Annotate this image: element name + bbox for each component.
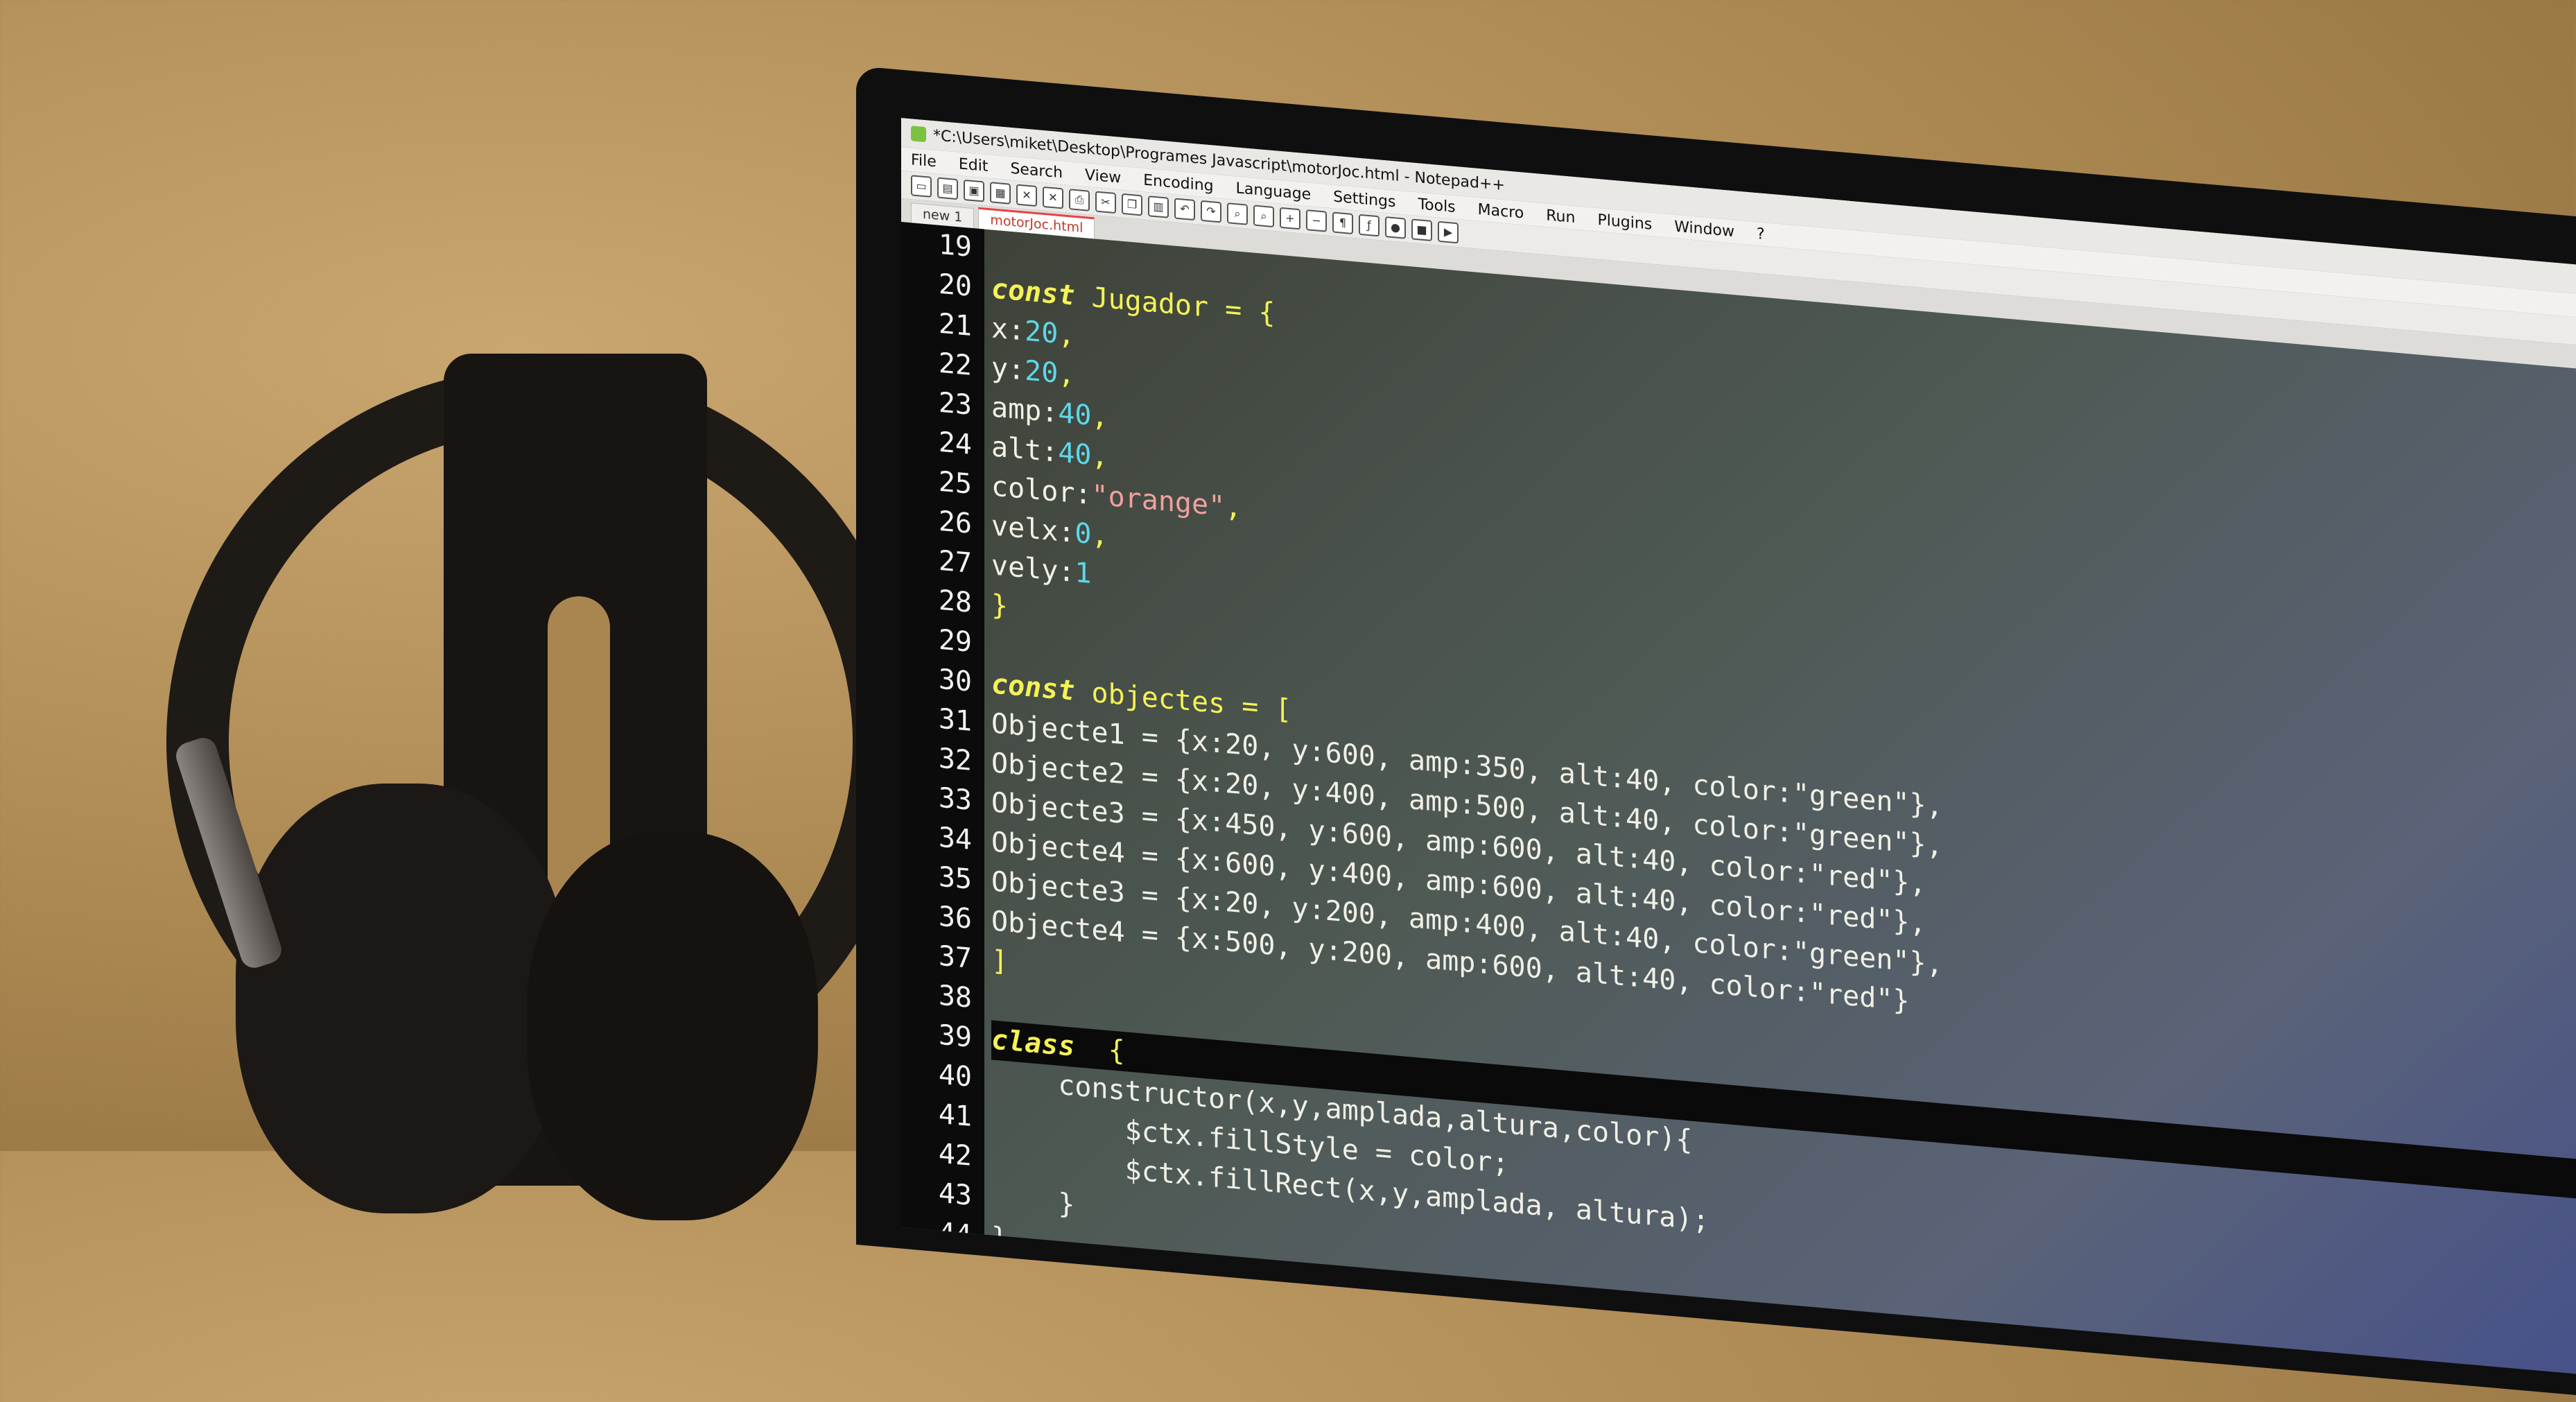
line-number: 40: [938, 1058, 972, 1093]
record-macro-icon[interactable]: ●: [1385, 216, 1406, 239]
line-number: 39: [938, 1019, 972, 1054]
property-key: alt:: [991, 431, 1059, 469]
menu-view[interactable]: View: [1085, 166, 1121, 187]
menu-settings[interactable]: Settings: [1333, 188, 1395, 211]
line-number: 22: [938, 347, 972, 382]
line-number: 26: [938, 505, 972, 540]
menu-encoding[interactable]: Encoding: [1143, 171, 1213, 195]
punctuation: ,: [1058, 318, 1075, 352]
number-literal: 20: [1025, 315, 1059, 350]
line-number: 42: [938, 1137, 972, 1172]
property-key: velx:: [991, 510, 1075, 549]
paste-icon[interactable]: ▥: [1148, 196, 1169, 218]
keyword: const: [991, 272, 1075, 312]
notepad-app-icon: [911, 126, 926, 143]
headphones-left-cup: [236, 784, 568, 1213]
code-text-span: {: [1074, 1030, 1125, 1068]
line-number: 28: [938, 584, 972, 619]
punctuation: ,: [1091, 519, 1108, 553]
function-list-icon[interactable]: ƒ: [1359, 214, 1380, 237]
stop-macro-icon[interactable]: ■: [1411, 218, 1432, 242]
line-number: 30: [938, 663, 972, 698]
line-number-gutter: 19 20 21 22 23 24 25 26 27 28 29 30 31 3…: [901, 222, 984, 1252]
number-literal: 40: [1058, 436, 1092, 472]
property-key: amp:: [991, 391, 1059, 429]
line-number: 41: [938, 1098, 972, 1133]
menu-edit[interactable]: Edit: [959, 155, 989, 175]
property-key: vely:: [991, 549, 1075, 589]
menu-macro[interactable]: Macro: [1478, 200, 1524, 222]
open-file-icon[interactable]: ▤: [937, 177, 958, 200]
line-number: 37: [938, 940, 972, 975]
property-key: color:: [991, 470, 1092, 512]
menu-plugins[interactable]: Plugins: [1597, 211, 1652, 233]
headphones-right-cup: [527, 832, 818, 1220]
save-all-icon[interactable]: ▦: [990, 182, 1011, 205]
line-number: 24: [938, 426, 972, 461]
line-number: 29: [938, 623, 972, 659]
menu-help[interactable]: ?: [1757, 225, 1765, 243]
zoom-out-icon[interactable]: −: [1306, 209, 1327, 232]
notepad-window: *C:\Users\miket\Desktop\Programes Javasc…: [901, 118, 2576, 1378]
property-key: y:: [991, 352, 1025, 387]
line-number: 32: [938, 742, 972, 777]
menu-language[interactable]: Language: [1236, 180, 1312, 203]
zoom-in-icon[interactable]: +: [1280, 207, 1300, 230]
menu-run[interactable]: Run: [1546, 207, 1575, 227]
copy-icon[interactable]: ❐: [1122, 193, 1142, 216]
line-number: 19: [938, 228, 972, 263]
keyword: const: [991, 668, 1075, 707]
line-number: 27: [938, 544, 972, 580]
punctuation: ,: [1091, 440, 1108, 474]
keyword: class: [991, 1023, 1075, 1063]
line-number: 35: [938, 860, 972, 896]
line-number: 31: [938, 702, 972, 738]
menu-search[interactable]: Search: [1010, 159, 1063, 182]
find-icon[interactable]: ⌕: [1227, 202, 1248, 225]
line-number: 38: [938, 979, 972, 1014]
line-number: 34: [938, 821, 972, 856]
replace-icon[interactable]: ⌕: [1253, 205, 1274, 228]
menu-window[interactable]: Window: [1674, 218, 1734, 241]
punctuation: }: [991, 589, 1009, 623]
string-literal: "orange": [1091, 479, 1226, 523]
close-icon[interactable]: ✕: [1016, 184, 1037, 207]
close-all-icon[interactable]: ✕: [1043, 186, 1063, 209]
code-text[interactable]: const Jugador = { x:20, y:20, amp:40, al…: [984, 229, 2576, 1377]
number-literal: 0: [1074, 517, 1092, 551]
punctuation: ,: [1058, 357, 1075, 391]
line-number: 21: [938, 307, 972, 343]
print-icon[interactable]: ⎙: [1069, 189, 1090, 211]
line-number: 36: [938, 900, 972, 935]
punctuation: ,: [1091, 400, 1108, 434]
cut-icon[interactable]: ✂: [1095, 191, 1116, 214]
number-literal: 20: [1025, 354, 1059, 390]
punctuation: ]: [991, 944, 1009, 978]
code-editor[interactable]: 19 20 21 22 23 24 25 26 27 28 29 30 31 3…: [901, 222, 2576, 1378]
number-literal: 1: [1074, 556, 1092, 591]
punctuation: ,: [1225, 490, 1242, 524]
redo-icon[interactable]: ↷: [1201, 200, 1221, 223]
line-number: 33: [938, 781, 972, 817]
new-file-icon[interactable]: ▭: [911, 175, 932, 198]
undo-icon[interactable]: ↶: [1174, 198, 1195, 221]
play-macro-icon[interactable]: ▶: [1438, 220, 1459, 244]
line-number: 20: [938, 268, 972, 303]
menu-file[interactable]: File: [911, 151, 937, 171]
number-literal: 40: [1058, 397, 1092, 433]
save-icon[interactable]: ▣: [964, 179, 984, 202]
menu-tools[interactable]: Tools: [1418, 196, 1455, 216]
word-wrap-icon[interactable]: ¶: [1332, 211, 1353, 235]
line-number: 25: [938, 465, 972, 501]
line-number: 23: [938, 386, 972, 422]
property-key: x:: [991, 312, 1025, 347]
line-number: 43: [938, 1177, 972, 1212]
